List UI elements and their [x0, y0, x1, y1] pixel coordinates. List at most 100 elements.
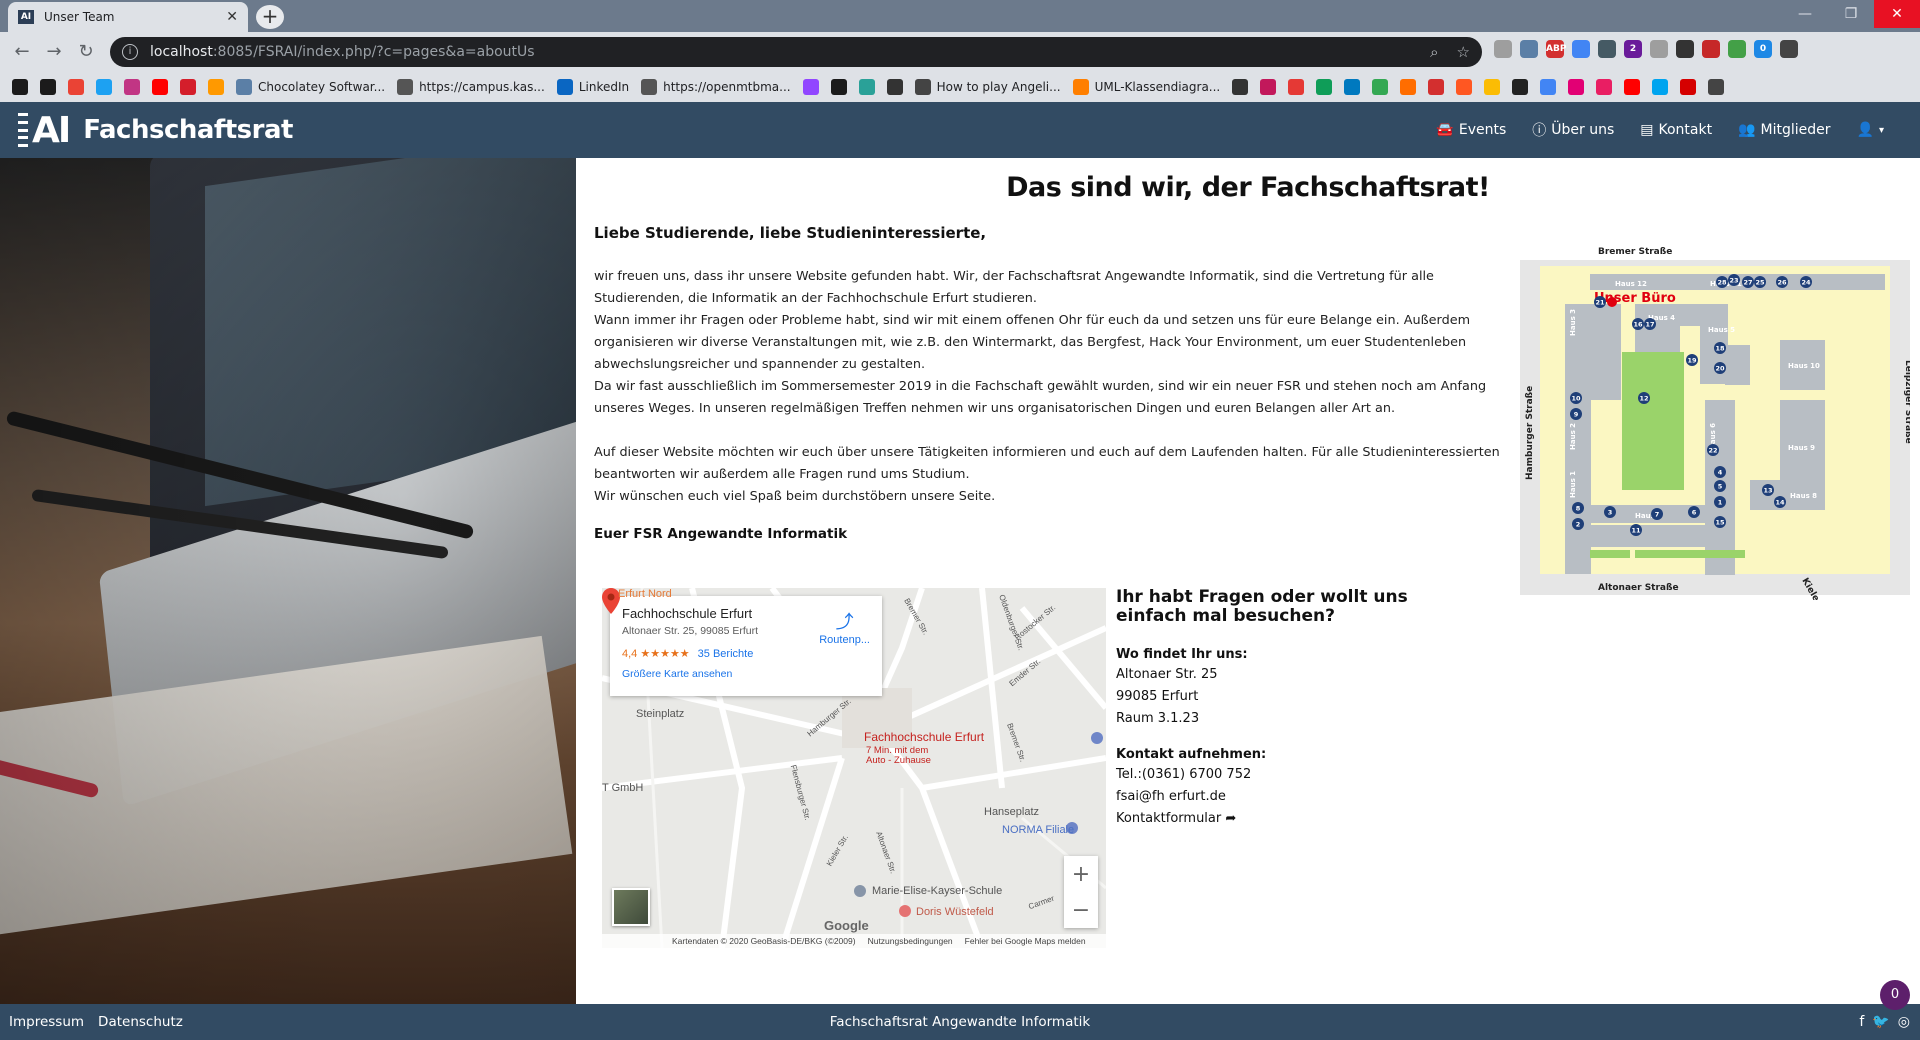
bookmark-item[interactable]: UML-Klassendiagra...: [1072, 79, 1221, 95]
extension-icon[interactable]: [1650, 40, 1668, 58]
zoom-out-button[interactable]: −: [1072, 898, 1090, 923]
extension-icon[interactable]: 2: [1624, 40, 1642, 58]
nav-kontakt[interactable]: ▤ Kontakt: [1640, 122, 1712, 138]
bookmark-item[interactable]: LinkedIn: [556, 79, 629, 95]
bookmark-item[interactable]: [1400, 79, 1417, 95]
nav-ueber-uns[interactable]: ⓘ Über uns: [1532, 120, 1614, 140]
bookmark-item[interactable]: [40, 79, 56, 95]
site-info-icon[interactable]: i: [122, 44, 138, 60]
bookmark-item[interactable]: [180, 79, 196, 95]
extension-icon[interactable]: [1702, 40, 1720, 58]
extension-icon[interactable]: [1728, 40, 1746, 58]
bookmark-item[interactable]: [1260, 79, 1277, 95]
reload-icon[interactable]: ↻: [74, 40, 98, 64]
new-tab-button[interactable]: +: [256, 5, 284, 29]
address-bar[interactable]: i localhost:8085/FSRAI/index.php/?c=page…: [110, 37, 1482, 67]
bookmark-item[interactable]: [1456, 79, 1473, 95]
bookmark-item[interactable]: [1652, 79, 1669, 95]
google-map[interactable]: Fachhochschule Erfurt Altonaer Str. 25, …: [602, 588, 1106, 948]
user-menu-dropdown[interactable]: 👤 ▾: [1857, 122, 1884, 138]
bookmark-item[interactable]: [1624, 79, 1641, 95]
bookmark-item[interactable]: [1232, 79, 1249, 95]
minimize-window-button[interactable]: —: [1782, 0, 1828, 28]
bookmark-item[interactable]: [1596, 79, 1613, 95]
favicon-icon: AI: [18, 10, 34, 24]
bookmark-item[interactable]: [124, 79, 140, 95]
contact-label: Kontakt aufnehmen:: [1116, 747, 1267, 762]
greeting: Liebe Studierende, liebe Studieninteress…: [594, 224, 987, 242]
route-planner-button[interactable]: ⤴ Routenp...: [819, 608, 870, 646]
bookmark-favicon-icon: [914, 79, 931, 95]
users-icon: 👥: [1738, 122, 1756, 138]
bookmark-item[interactable]: [12, 79, 28, 95]
bookmark-item[interactable]: [886, 79, 903, 95]
nav-mitglieder[interactable]: 👥 Mitglieder: [1738, 122, 1830, 138]
address-card-icon: ▤: [1640, 122, 1654, 138]
report-link[interactable]: Fehler bei Google Maps melden: [965, 936, 1086, 946]
terms-link[interactable]: Nutzungsbedingungen: [868, 936, 953, 946]
nav-events[interactable]: 🚘 Events: [1436, 122, 1506, 138]
extension-icon[interactable]: [1780, 40, 1798, 58]
forward-icon[interactable]: →: [42, 40, 66, 64]
bookmark-item[interactable]: [1484, 79, 1501, 95]
reviews-link[interactable]: 35 Berichte: [698, 648, 754, 660]
bookmark-item[interactable]: [1428, 79, 1445, 95]
bookmark-item[interactable]: How to play Angeli...: [914, 79, 1061, 95]
restore-window-button[interactable]: ❐: [1828, 0, 1874, 28]
car-icon: 🚘: [1436, 122, 1454, 138]
bookmark-item[interactable]: [1680, 79, 1697, 95]
bookmark-item[interactable]: [96, 79, 112, 95]
bookmark-favicon-icon: [858, 79, 875, 95]
datenschutz-link[interactable]: Datenschutz: [98, 1014, 183, 1030]
bookmark-item[interactable]: [1316, 79, 1333, 95]
extension-icon[interactable]: [1676, 40, 1694, 58]
phone-number: Tel.:(0361) 6700 752: [1116, 767, 1252, 782]
zoom-icon[interactable]: ⌕: [1430, 43, 1438, 61]
site-logo[interactable]: AI Fachschaftsrat: [18, 110, 293, 151]
bookmark-item[interactable]: [1372, 79, 1389, 95]
close-window-button[interactable]: ✕: [1874, 0, 1920, 28]
bookmark-item[interactable]: Chocolatey Softwar...: [236, 79, 385, 95]
bookmark-item[interactable]: [68, 79, 84, 95]
extension-icon[interactable]: [1494, 40, 1512, 58]
bookmark-item[interactable]: [1708, 79, 1725, 95]
bigger-map-link[interactable]: Größere Karte ansehen: [622, 668, 870, 680]
bookmark-star-icon[interactable]: ☆: [1457, 43, 1470, 61]
bookmark-item[interactable]: [152, 79, 168, 95]
campus-building-number: 3: [1608, 508, 1613, 516]
zoom-in-button[interactable]: +: [1072, 862, 1090, 887]
satellite-toggle-button[interactable]: [612, 888, 650, 926]
bookmark-item[interactable]: [1540, 79, 1557, 95]
extension-icon[interactable]: ABP: [1546, 40, 1566, 58]
instagram-icon[interactable]: ◎: [1898, 1014, 1910, 1030]
page-title: Das sind wir, der Fachschaftsrat!: [1006, 172, 1490, 203]
bookmark-item[interactable]: [1344, 79, 1361, 95]
close-tab-icon[interactable]: ✕: [226, 9, 238, 25]
bookmark-favicon-icon: [124, 79, 140, 95]
browser-tab[interactable]: AI Unser Team ✕: [8, 2, 248, 32]
twitter-icon[interactable]: 🐦: [1872, 1014, 1889, 1030]
contact-form-link[interactable]: Kontaktformular ➦: [1116, 808, 1476, 830]
map-label: Doris Wüstefeld: [916, 906, 994, 918]
bookmark-item[interactable]: [1568, 79, 1585, 95]
back-icon[interactable]: ←: [10, 40, 34, 64]
bookmark-item[interactable]: https://openmtbma...: [641, 79, 791, 95]
bookmark-label: UML-Klassendiagra...: [1094, 80, 1221, 94]
impressum-link[interactable]: Impressum: [9, 1014, 84, 1030]
bookmark-item[interactable]: [1288, 79, 1305, 95]
bookmark-item[interactable]: [802, 79, 819, 95]
extension-icon[interactable]: [1572, 40, 1590, 58]
extension-icon[interactable]: [1598, 40, 1616, 58]
bookmark-item[interactable]: [858, 79, 875, 95]
facebook-icon[interactable]: f: [1859, 1014, 1864, 1030]
email-address[interactable]: fsai@fh erfurt.de: [1116, 786, 1476, 808]
extension-icon[interactable]: [1520, 40, 1538, 58]
extension-icon[interactable]: 0: [1754, 40, 1772, 58]
bookmark-item[interactable]: [208, 79, 224, 95]
bookmark-favicon-icon: [1456, 79, 1473, 95]
contact-section: Ihr habt Fragen oder wollt uns einfach m…: [1116, 588, 1476, 830]
bookmark-item[interactable]: https://campus.kas...: [397, 79, 545, 95]
bookmark-item[interactable]: [1512, 79, 1529, 95]
bookmark-item[interactable]: [830, 79, 847, 95]
notification-badge[interactable]: 0: [1880, 980, 1910, 1010]
